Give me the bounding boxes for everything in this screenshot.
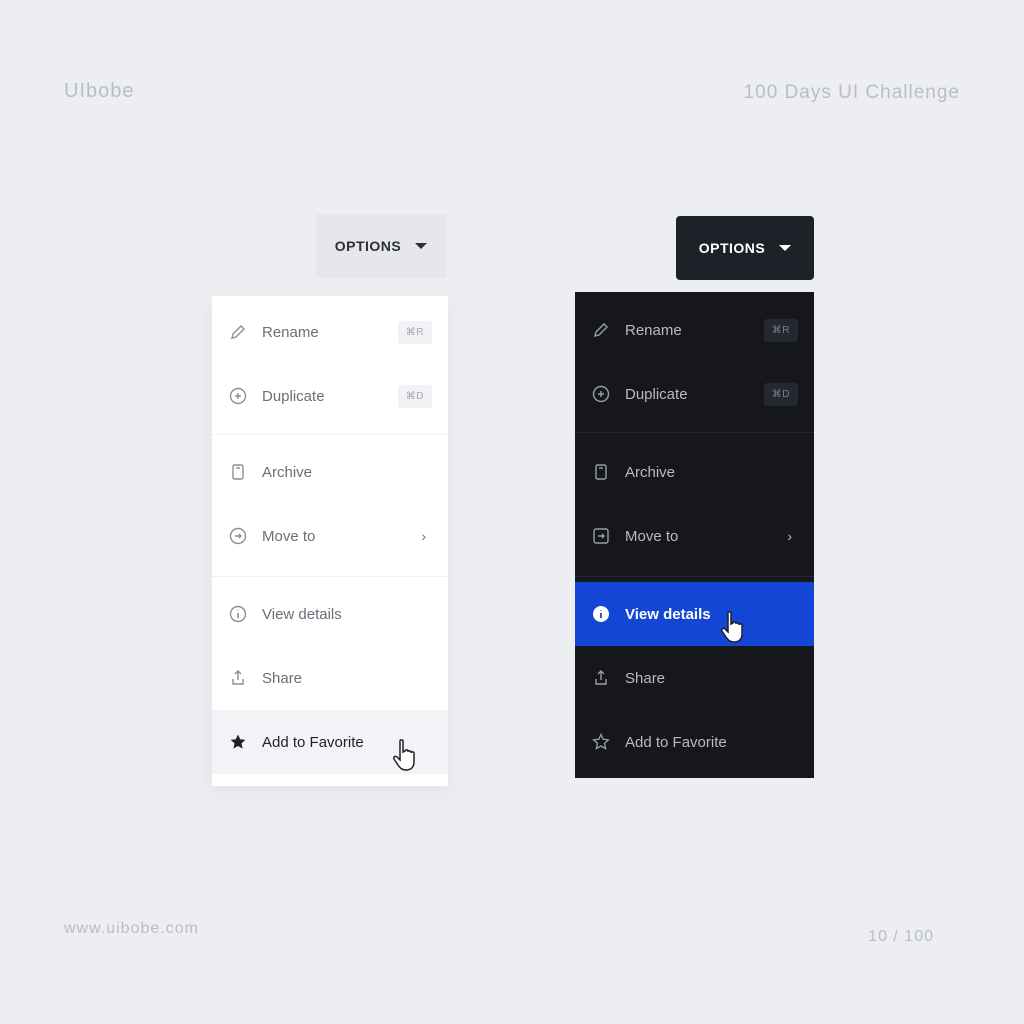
pencil-icon — [591, 320, 611, 340]
menu-item-label: Share — [262, 669, 303, 687]
menu-item-label: Duplicate — [262, 387, 325, 405]
options-button-label: OPTIONS — [334, 238, 402, 254]
chevron-right-icon: › — [421, 528, 426, 544]
menu-item-label: Move to — [262, 527, 316, 545]
menu-item-rename[interactable]: Rename ⌘R — [212, 300, 448, 364]
menu-item-view-details[interactable]: View details — [575, 582, 814, 646]
star-icon — [228, 732, 248, 752]
options-menu-dark: Rename ⌘R Duplicate ⌘D Archive Move to ›… — [575, 292, 814, 778]
menu-item-add-to-favorite[interactable]: Add to Favorite — [212, 710, 448, 774]
menu-item-view-details[interactable]: View details — [212, 582, 448, 646]
menu-item-label: Move to — [625, 527, 679, 545]
shortcut-badge: ⌘D — [397, 384, 432, 408]
menu-item-duplicate[interactable]: Duplicate ⌘D — [575, 362, 814, 426]
menu-item-label: Add to Favorite — [625, 733, 727, 751]
info-circle-icon — [591, 604, 611, 624]
shortcut-badge: ⌘R — [763, 318, 798, 342]
options-menu-light: Rename ⌘R Duplicate ⌘D Archive Move to ›… — [212, 296, 448, 786]
archive-icon — [591, 462, 611, 482]
menu-item-label: View details — [262, 605, 342, 623]
menu-item-label: Archive — [262, 463, 313, 481]
menu-item-share[interactable]: Share — [212, 646, 448, 710]
menu-item-label: Add to Favorite — [262, 733, 364, 751]
website-label: www.uibobe.com — [64, 920, 199, 937]
pencil-icon — [228, 322, 248, 342]
menu-item-label: View details — [625, 605, 711, 623]
menu-item-label: Share — [625, 669, 666, 687]
star-outline-icon — [591, 732, 611, 752]
series-label: 100 Days UI Challenge — [743, 82, 960, 103]
menu-divider — [212, 434, 448, 435]
menu-item-archive[interactable]: Archive — [575, 440, 814, 504]
menu-item-move-to[interactable]: Move to › — [212, 504, 448, 568]
menu-item-duplicate[interactable]: Duplicate ⌘D — [212, 364, 448, 428]
menu-item-label: Archive — [625, 463, 676, 481]
brand-label: UIbobe — [64, 80, 135, 102]
menu-item-move-to[interactable]: Move to › — [575, 504, 814, 568]
copy-circle-icon — [228, 386, 248, 406]
chevron-right-icon: › — [787, 528, 792, 544]
menu-item-archive[interactable]: Archive — [212, 440, 448, 504]
copy-circle-icon — [591, 384, 611, 404]
options-button-dark[interactable]: OPTIONS — [676, 216, 814, 280]
shortcut-badge: ⌘D — [763, 382, 798, 406]
menu-item-rename[interactable]: Rename ⌘R — [575, 298, 814, 362]
shortcut-badge: ⌘R — [397, 320, 432, 344]
move-circle-icon — [228, 526, 248, 546]
page-counter: 10 / 100 — [868, 928, 934, 945]
share-icon — [228, 668, 248, 688]
options-button-label: OPTIONS — [698, 240, 766, 256]
info-circle-icon — [228, 604, 248, 624]
menu-item-add-to-favorite[interactable]: Add to Favorite — [575, 710, 814, 774]
share-icon — [591, 668, 611, 688]
menu-item-share[interactable]: Share — [575, 646, 814, 710]
menu-item-label: Rename — [262, 323, 319, 341]
move-icon — [591, 526, 611, 546]
caret-down-icon — [779, 245, 792, 251]
menu-item-label: Duplicate — [625, 385, 688, 403]
archive-icon — [228, 462, 248, 482]
options-button-light[interactable]: OPTIONS — [316, 214, 446, 278]
menu-divider — [212, 576, 448, 577]
menu-item-label: Rename — [625, 321, 682, 339]
menu-divider — [575, 432, 814, 433]
menu-divider — [575, 576, 814, 577]
caret-down-icon — [415, 243, 428, 249]
